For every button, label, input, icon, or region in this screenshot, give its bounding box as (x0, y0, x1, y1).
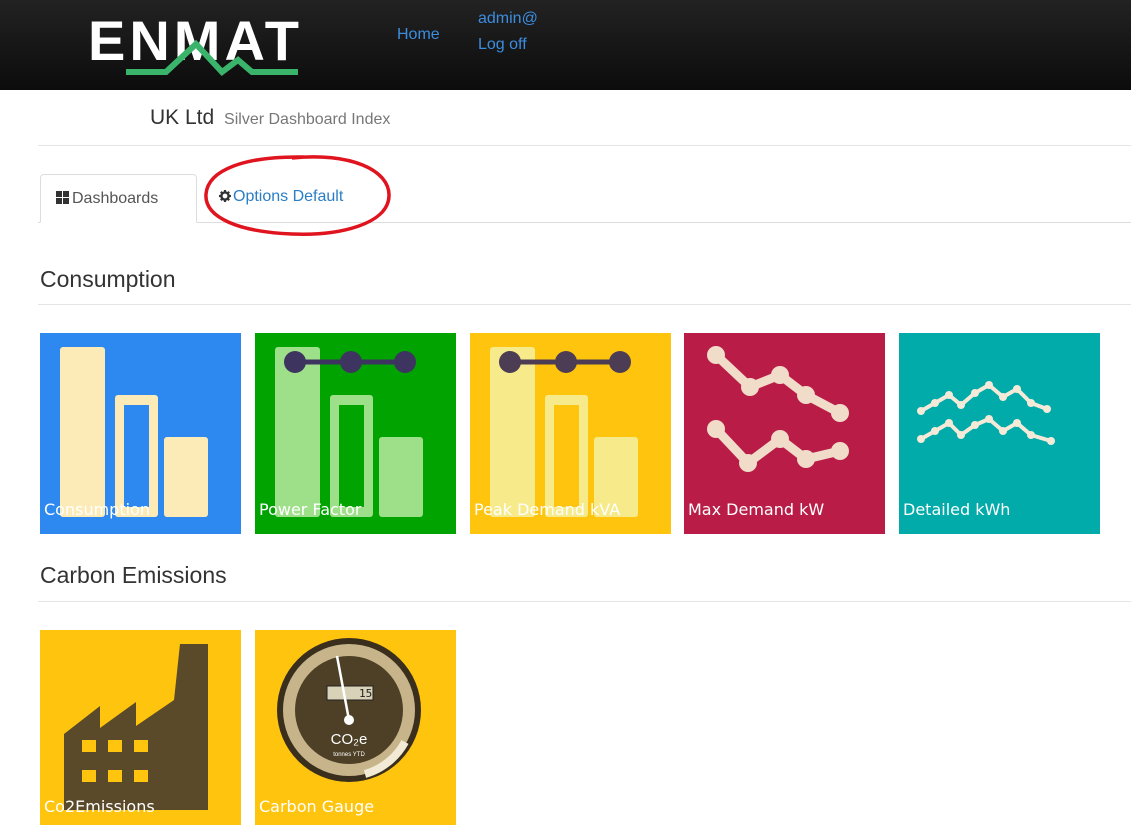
tile-max-demand[interactable]: Max Demand kW (684, 333, 885, 534)
section-divider (38, 601, 1131, 602)
page-subtitle: Silver Dashboard Index (224, 111, 391, 128)
nav-user-link[interactable]: admin@ (478, 10, 538, 28)
svg-text:CO₂e: CO₂e (331, 731, 368, 748)
svg-text:15: 15 (359, 687, 372, 700)
tabs-baseline (38, 222, 1131, 223)
tile-consumption[interactable]: Consumption (40, 333, 241, 534)
tab-dashboards-label: Dashboards (72, 190, 159, 207)
tile-detailed-kwh[interactable]: Detailed kWh (899, 333, 1100, 534)
tile-label: Peak Demand kVA (474, 500, 621, 519)
tile-label: Power Factor (259, 500, 362, 519)
tab-options[interactable]: Options Default (219, 188, 343, 206)
nav-logoff-link[interactable]: Log off (478, 36, 527, 54)
factory-icon (64, 644, 208, 810)
tile-power-factor[interactable]: Power Factor (255, 333, 456, 534)
tile-label: Max Demand kW (688, 500, 825, 519)
tab-options-label: Options Default (233, 188, 344, 205)
tile-label: Carbon Gauge (259, 797, 375, 816)
title-divider (38, 145, 1131, 146)
tile-co2-emissions[interactable]: Co2Emissions (40, 630, 241, 825)
svg-text:tonnes YTD: tonnes YTD (333, 752, 365, 758)
gauge-icon: 15 CO₂e tonnes YTD (277, 638, 421, 782)
section-heading-consumption: Consumption (40, 266, 176, 292)
enmat-logo[interactable]: ENMAT (88, 8, 338, 80)
page-title-main: UK Ltd (150, 106, 215, 129)
gear-icon (219, 190, 231, 202)
tile-label: Detailed kWh (903, 500, 1011, 519)
grid-icon (56, 191, 69, 204)
page-title: UK Ltd Silver Dashboard Index (150, 106, 390, 130)
section-divider (38, 304, 1131, 305)
tab-dashboards[interactable]: Dashboards (40, 174, 197, 223)
tile-peak-demand[interactable]: Peak Demand kVA (470, 333, 671, 534)
tile-label: Co2Emissions (44, 797, 155, 816)
tile-label: Consumption (44, 500, 150, 519)
section-heading-carbon: Carbon Emissions (40, 562, 227, 588)
tile-carbon-gauge[interactable]: 15 CO₂e tonnes YTD Carbon Gauge (255, 630, 456, 825)
nav-home-link[interactable]: Home (397, 26, 440, 44)
top-navbar: ENMAT Home admin@ Log off (0, 0, 1131, 90)
